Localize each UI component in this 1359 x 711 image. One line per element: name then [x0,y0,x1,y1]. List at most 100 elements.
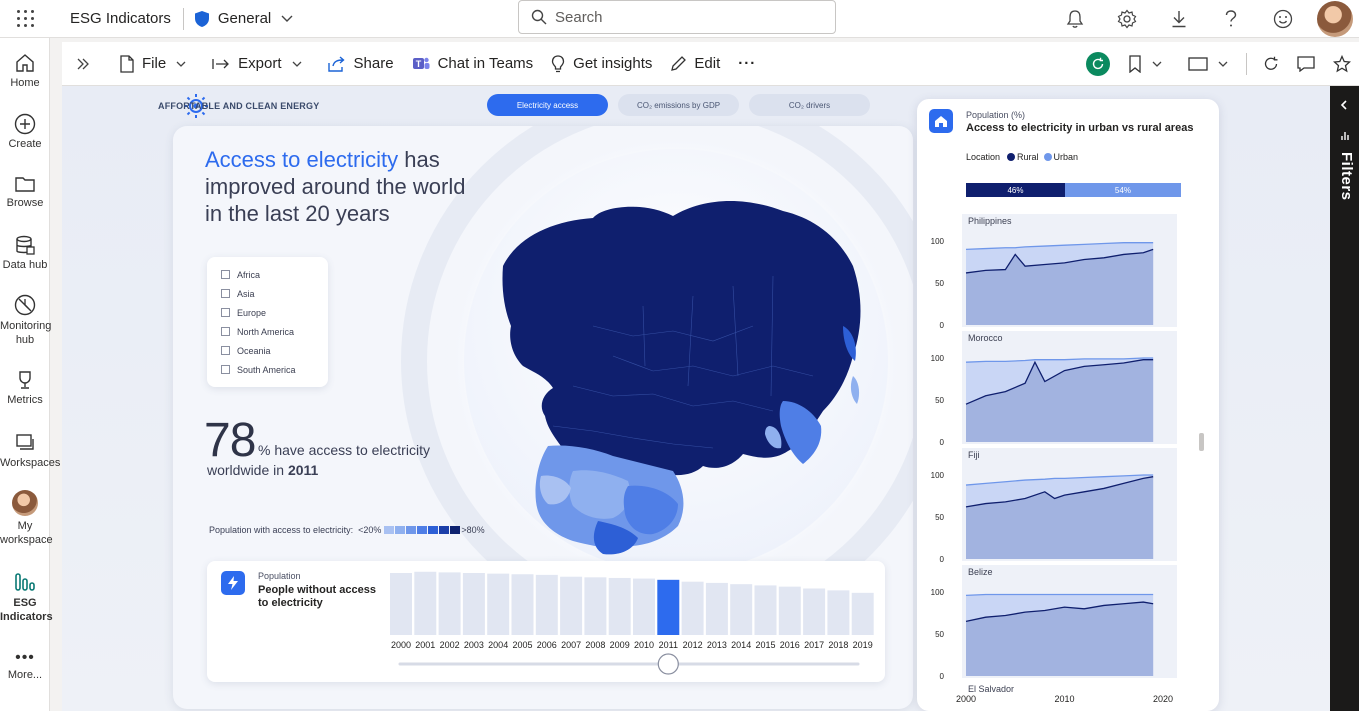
year-bar[interactable] [633,578,655,635]
y-tick-label: 0 [940,555,945,564]
year-bar[interactable] [827,590,850,635]
region-option-europe[interactable]: Europe [221,303,328,322]
share-button[interactable]: Share [327,55,394,72]
more-options-button[interactable]: ··· [738,55,756,72]
download-icon[interactable] [1153,0,1205,38]
filters-pane[interactable]: Filters [1330,86,1359,711]
settings-icon[interactable] [1101,0,1153,38]
year-bar[interactable] [414,571,437,635]
kpi-year-prefix: worldwide in [207,462,288,478]
scrollbar[interactable] [1199,433,1204,451]
population-year-chart[interactable]: 2000 2001 2002 2003 2004 2005 2006 2007 2008 2009… [388,571,874,679]
region-option-africa[interactable]: Africa [221,265,328,284]
file-menu[interactable]: File [120,54,194,73]
tab-electricity-access[interactable]: Electricity access [487,94,608,116]
edit-button[interactable]: Edit [670,55,720,72]
year-bar[interactable] [608,577,631,635]
chevron-down-icon[interactable] [1218,61,1228,67]
year-bar[interactable] [584,577,607,635]
year-bar[interactable] [681,581,704,635]
chevron-left-icon[interactable] [1340,100,1348,110]
year-tick-label: 2019 [853,640,873,650]
nav-create[interactable]: Create [0,113,50,150]
refresh-icon[interactable] [1263,56,1279,72]
checkbox[interactable] [221,346,230,355]
get-insights-button[interactable]: Get insights [551,54,653,73]
chat-in-teams-button[interactable]: T Chat in Teams [412,55,533,73]
split-segment-urban[interactable]: 54% [1064,183,1181,197]
legend-dot-urban [1043,153,1052,161]
year-bar[interactable] [705,582,728,635]
nav-esg-indicators[interactable]: ESG Indicators [0,571,53,624]
year-bar[interactable] [851,592,874,635]
year-tick-label: 2005 [512,640,532,650]
y-tick-label: 100 [931,588,945,597]
legend-urban[interactable]: Urban [1054,152,1079,162]
notifications-icon[interactable] [1049,0,1101,38]
urban-rural-split-bar[interactable]: 46% 54% [966,183,1181,197]
split-segment-rural[interactable]: 46% [966,183,1065,197]
region-option-north-america[interactable]: North America [221,322,328,341]
nav-my-workspace[interactable]: My workspace [0,490,53,547]
checkbox[interactable] [221,365,230,374]
view-icon[interactable] [1188,57,1208,71]
country-small-multiples[interactable]: Philippines 100 50 0 Morocco 100 50 0 Fiji 100 50 0… [918,210,1188,706]
year-bar[interactable] [535,574,558,635]
bookmark-icon[interactable] [1128,55,1142,73]
nav-monitoring-hub[interactable]: Monitoring hub [0,294,51,347]
split-label: 54% [1114,185,1131,195]
expand-pane-button[interactable] [76,58,98,70]
year-bar[interactable] [462,573,485,635]
checkbox[interactable] [221,289,230,298]
folder-icon [15,177,35,192]
legend-swatch [439,526,450,534]
refresh-status-button[interactable] [1086,52,1110,76]
year-bar[interactable] [778,586,801,635]
year-bar[interactable] [754,585,777,635]
app-launcher-icon[interactable] [0,0,50,38]
year-bar[interactable] [511,574,534,635]
nav-home[interactable]: Home [0,52,50,89]
chevron-down-icon[interactable] [281,15,293,23]
checkbox[interactable] [221,327,230,336]
region-option-south-america[interactable]: South America [221,360,328,379]
year-bar[interactable] [730,584,753,635]
app-title[interactable]: ESG Indicators [70,10,171,27]
bar-chart-icon [15,573,35,591]
year-slider-handle[interactable] [657,653,679,675]
nav-metrics[interactable]: Metrics [0,369,50,406]
nav-data-hub[interactable]: Data hub [0,234,50,271]
share-label: Share [353,55,394,72]
get-insights-label: Get insights [573,55,653,72]
nav-browse[interactable]: Browse [0,174,50,209]
y-tick-label: 100 [931,354,945,363]
export-menu[interactable]: Export [212,55,309,72]
comment-icon[interactable] [1297,56,1315,72]
legend-rural[interactable]: Rural [1017,152,1039,162]
sensitivity-label[interactable]: General [218,10,271,27]
year-bar[interactable] [390,573,412,635]
year-bar[interactable] [560,576,583,635]
urban-rural-title: Access to electricity in urban vs rural … [966,122,1194,134]
year-bar[interactable] [803,588,826,636]
year-bar[interactable] [487,573,510,635]
favorite-star-icon[interactable] [1333,55,1351,73]
tab-co2-emissions-by-gdp[interactable]: CO₂ emissions by GDP [618,94,739,116]
region-option-oceania[interactable]: Oceania [221,341,328,360]
checkbox[interactable] [221,270,230,279]
avatar[interactable] [1317,1,1353,37]
home-icon [16,54,34,72]
region-label: North America [237,326,295,337]
chevron-down-icon[interactable] [1152,61,1162,67]
search-input[interactable]: Search [518,0,836,34]
year-bar[interactable] [657,579,680,635]
checkbox[interactable] [221,308,230,317]
year-bar[interactable] [438,572,461,635]
tab-co2-drivers[interactable]: CO₂ drivers [749,94,870,116]
feedback-smiley-icon[interactable] [1257,0,1309,38]
nav-workspaces[interactable]: Workspaces [0,432,60,469]
help-icon[interactable] [1205,0,1257,38]
chevron-down-icon [176,61,186,67]
region-option-asia[interactable]: Asia [221,284,328,303]
nav-more[interactable]: ••• More... [0,650,50,682]
